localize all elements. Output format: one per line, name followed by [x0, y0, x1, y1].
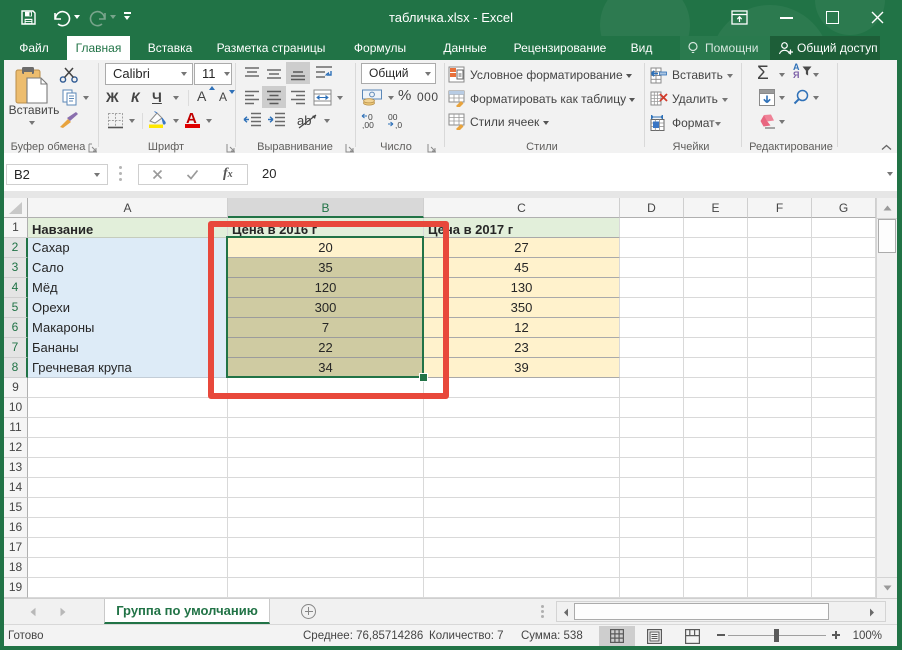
svg-text:,00: ,00 — [362, 120, 374, 129]
svg-text:,0: ,0 — [395, 120, 402, 129]
